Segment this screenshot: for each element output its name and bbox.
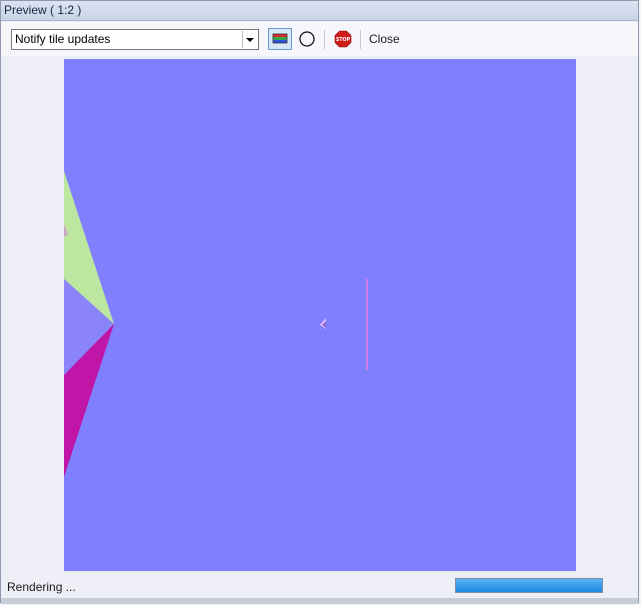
toolbar-separator: [360, 30, 361, 49]
toolbar: Notify tile updates STOP Close: [1, 22, 638, 56]
circle-tool-button[interactable]: [295, 28, 319, 50]
status-bar: Rendering ...: [1, 575, 638, 597]
stop-icon: STOP: [334, 30, 352, 48]
status-text: Rendering ...: [7, 580, 76, 594]
render-progress-bar: [455, 578, 603, 593]
view-mode-dropdown[interactable]: Notify tile updates: [11, 29, 259, 50]
stop-icon-label: STOP: [336, 37, 351, 43]
dropdown-arrow-button[interactable]: [242, 31, 257, 48]
rendered-normal-map: [64, 59, 576, 571]
toolbar-separator: [324, 30, 325, 49]
window-title: Preview ( 1:2 ): [1, 1, 638, 21]
window-bottom-border: [1, 598, 638, 604]
stop-button[interactable]: STOP: [331, 28, 355, 50]
chevron-down-icon: [246, 38, 254, 42]
close-button[interactable]: Close: [369, 32, 400, 46]
preview-window: Preview ( 1:2 ) Notify tile updates STOP…: [0, 0, 639, 604]
color-channels-icon: [272, 33, 288, 44]
dropdown-value: Notify tile updates: [15, 32, 111, 46]
render-progress-fill: [456, 579, 602, 592]
preview-canvas: [64, 59, 576, 571]
circle-icon: [299, 31, 315, 47]
color-channels-button[interactable]: [268, 28, 292, 50]
